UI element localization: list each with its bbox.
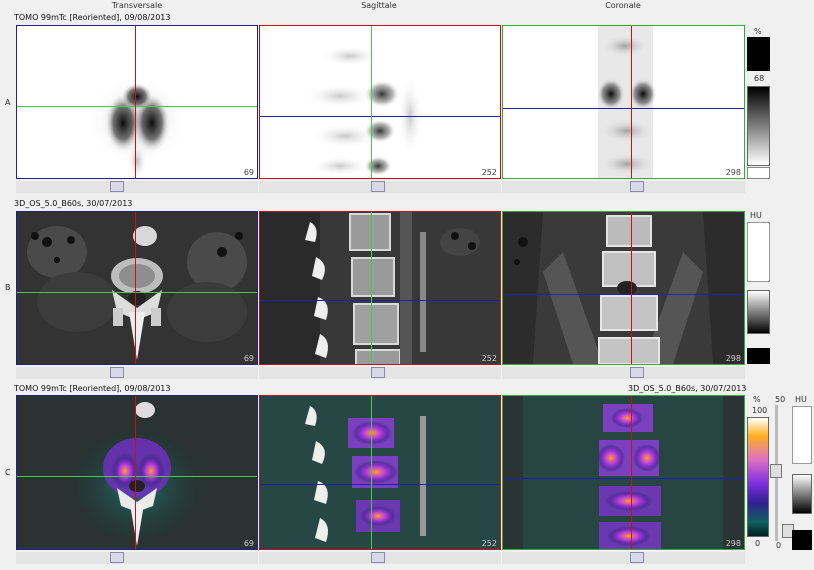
- column-title-transversale: Transversale: [111, 1, 163, 10]
- slice-number: 252: [481, 168, 497, 177]
- slider-a-sagittale[interactable]: [259, 181, 501, 193]
- fusion-transversal-image: [17, 396, 257, 549]
- crosshair-vertical[interactable]: [631, 396, 632, 549]
- row-b-letter: B: [5, 283, 11, 292]
- slider-thumb[interactable]: [110, 181, 124, 192]
- scale-c-ct-bottom-value: 0: [776, 541, 782, 550]
- crosshair-vertical[interactable]: [371, 26, 372, 178]
- slice-number: 69: [243, 168, 254, 177]
- crosshair-horizontal[interactable]: [260, 484, 500, 485]
- ct-sagittal-image: [260, 212, 500, 364]
- slider-thumb[interactable]: [371, 552, 385, 563]
- scale-c-unit: %: [753, 395, 761, 404]
- slider-thumb[interactable]: [630, 181, 644, 192]
- scale-a-unit: %: [754, 27, 762, 36]
- slice-number: 69: [243, 354, 254, 363]
- crosshair-horizontal[interactable]: [503, 108, 744, 109]
- slice-number: 298: [725, 354, 741, 363]
- crosshair-vertical[interactable]: [631, 212, 632, 364]
- crosshair-horizontal[interactable]: [260, 300, 500, 301]
- slice-number: 252: [481, 354, 497, 363]
- scale-c-ct-colorbar[interactable]: [792, 474, 812, 514]
- scale-b-bottom-swatch: [747, 348, 770, 364]
- crosshair-vertical[interactable]: [631, 26, 632, 178]
- slider-c-coronale[interactable]: [502, 552, 745, 564]
- row-c-header-left: TOMO 99mTc [Reoriented], 09/08/2013: [14, 384, 171, 393]
- scale-c-ct-unit: HU: [795, 395, 807, 404]
- crosshair-horizontal[interactable]: [17, 292, 257, 293]
- slider-thumb[interactable]: [371, 181, 385, 192]
- scale-a-bottom-swatch: [747, 167, 770, 179]
- fusion-coronal-image: [503, 396, 744, 549]
- scale-b-colorbar[interactable]: [747, 290, 770, 334]
- slider-b-coronale[interactable]: [502, 367, 745, 379]
- panel-a-sagittale[interactable]: 252: [259, 25, 501, 179]
- scale-c-colorbar[interactable]: [747, 417, 769, 537]
- scale-c-bottom-value: 0: [755, 539, 761, 548]
- slider-thumb[interactable]: [110, 552, 124, 563]
- fusion-sagittal-image: [260, 396, 500, 549]
- crosshair-horizontal[interactable]: [17, 106, 257, 107]
- ct-coronal-image: [503, 212, 744, 364]
- crosshair-vertical[interactable]: [135, 396, 136, 549]
- row-c-letter: C: [5, 468, 11, 477]
- crosshair-vertical[interactable]: [135, 212, 136, 364]
- panel-c-coronale[interactable]: 298: [502, 395, 745, 550]
- slice-number: 298: [725, 168, 741, 177]
- slider-b-transversale[interactable]: [16, 367, 258, 379]
- blend-slider-thumb[interactable]: [770, 464, 782, 478]
- slider-a-transversale[interactable]: [16, 181, 258, 193]
- slider-a-coronale[interactable]: [502, 181, 745, 193]
- slider-c-sagittale[interactable]: [259, 552, 501, 564]
- crosshair-horizontal[interactable]: [503, 294, 744, 295]
- scale-b-unit: HU: [750, 211, 762, 220]
- slider-b-sagittale[interactable]: [259, 367, 501, 379]
- row-c-header-right: 3D_OS_5.0_B60s, 30/07/2013: [628, 384, 747, 393]
- slider-thumb[interactable]: [630, 367, 644, 378]
- row-a-letter: A: [5, 98, 11, 107]
- scale-a-top-swatch: [747, 37, 770, 71]
- crosshair-vertical[interactable]: [371, 212, 372, 364]
- panel-b-coronale[interactable]: 298: [502, 211, 745, 365]
- spect-sagittal-image: [305, 46, 422, 176]
- slider-c-transversale[interactable]: [16, 552, 258, 564]
- column-title-sagittale: Sagittale: [361, 1, 397, 10]
- panel-b-sagittale[interactable]: 252: [259, 211, 501, 365]
- crosshair-horizontal[interactable]: [17, 476, 257, 477]
- slider-thumb[interactable]: [110, 367, 124, 378]
- scale-c-top-value: 100: [752, 406, 768, 415]
- panel-c-transversale[interactable]: 69: [16, 395, 258, 550]
- panel-a-coronale[interactable]: 298: [502, 25, 745, 179]
- row-b-header: 3D_OS_5.0_B60s, 30/07/2013: [14, 199, 133, 208]
- crosshair-vertical[interactable]: [371, 396, 372, 549]
- slice-number: 252: [481, 539, 497, 548]
- scale-c-ct-top-swatch: [792, 406, 812, 464]
- scale-a-colorbar[interactable]: [747, 86, 770, 166]
- ct-transversal-image: [17, 212, 257, 364]
- slider-thumb[interactable]: [371, 367, 385, 378]
- slider-thumb[interactable]: [630, 552, 644, 563]
- scale-a-top-value: 68: [754, 74, 765, 83]
- slice-number: 298: [725, 539, 741, 548]
- scale-c-ct-top-value: 50: [775, 395, 786, 404]
- panel-b-transversale[interactable]: 69: [16, 211, 258, 365]
- spect-transversal-image: [87, 76, 187, 178]
- row-a-header: TOMO 99mTc [Reoriented], 09/08/2013: [14, 13, 171, 22]
- column-title-coronale: Coronale: [605, 1, 641, 10]
- crosshair-horizontal[interactable]: [260, 116, 500, 117]
- scale-b-top-swatch: [747, 222, 770, 282]
- crosshair-horizontal[interactable]: [503, 478, 744, 479]
- slice-number: 69: [243, 539, 254, 548]
- panel-c-sagittale[interactable]: 252: [259, 395, 501, 550]
- panel-a-transversale[interactable]: 69: [16, 25, 258, 179]
- scale-c-ct-bottom-swatch: [792, 530, 812, 550]
- spect-coronal-image: [597, 26, 657, 178]
- crosshair-vertical[interactable]: [135, 26, 136, 178]
